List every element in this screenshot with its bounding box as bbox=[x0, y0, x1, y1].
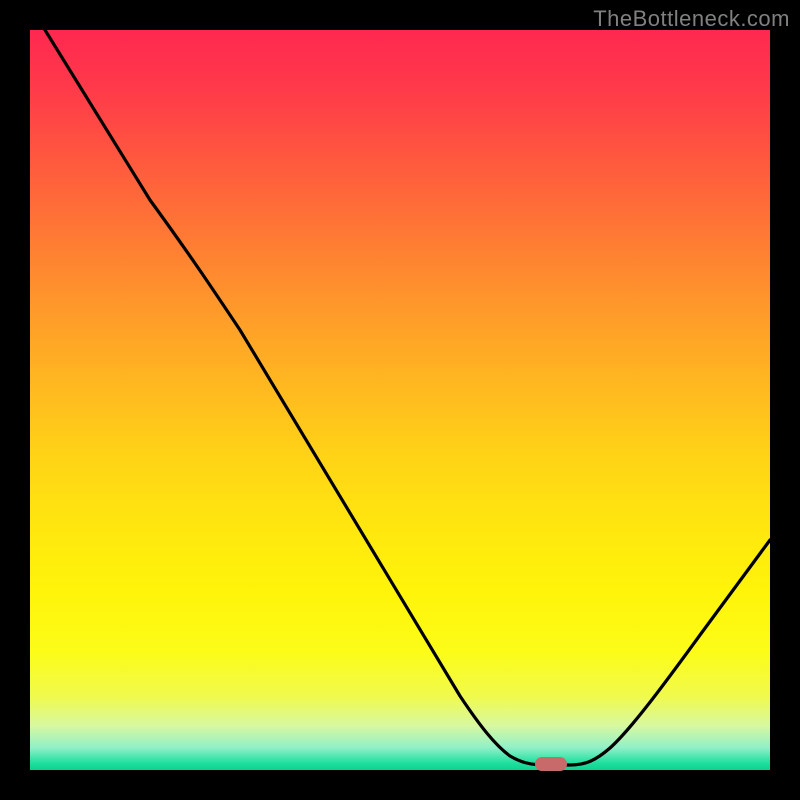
bottleneck-curve bbox=[30, 30, 770, 770]
optimal-marker bbox=[535, 757, 567, 771]
watermark-text: TheBottleneck.com bbox=[593, 6, 790, 32]
curve-path bbox=[45, 30, 770, 765]
chart-frame: TheBottleneck.com bbox=[0, 0, 800, 800]
